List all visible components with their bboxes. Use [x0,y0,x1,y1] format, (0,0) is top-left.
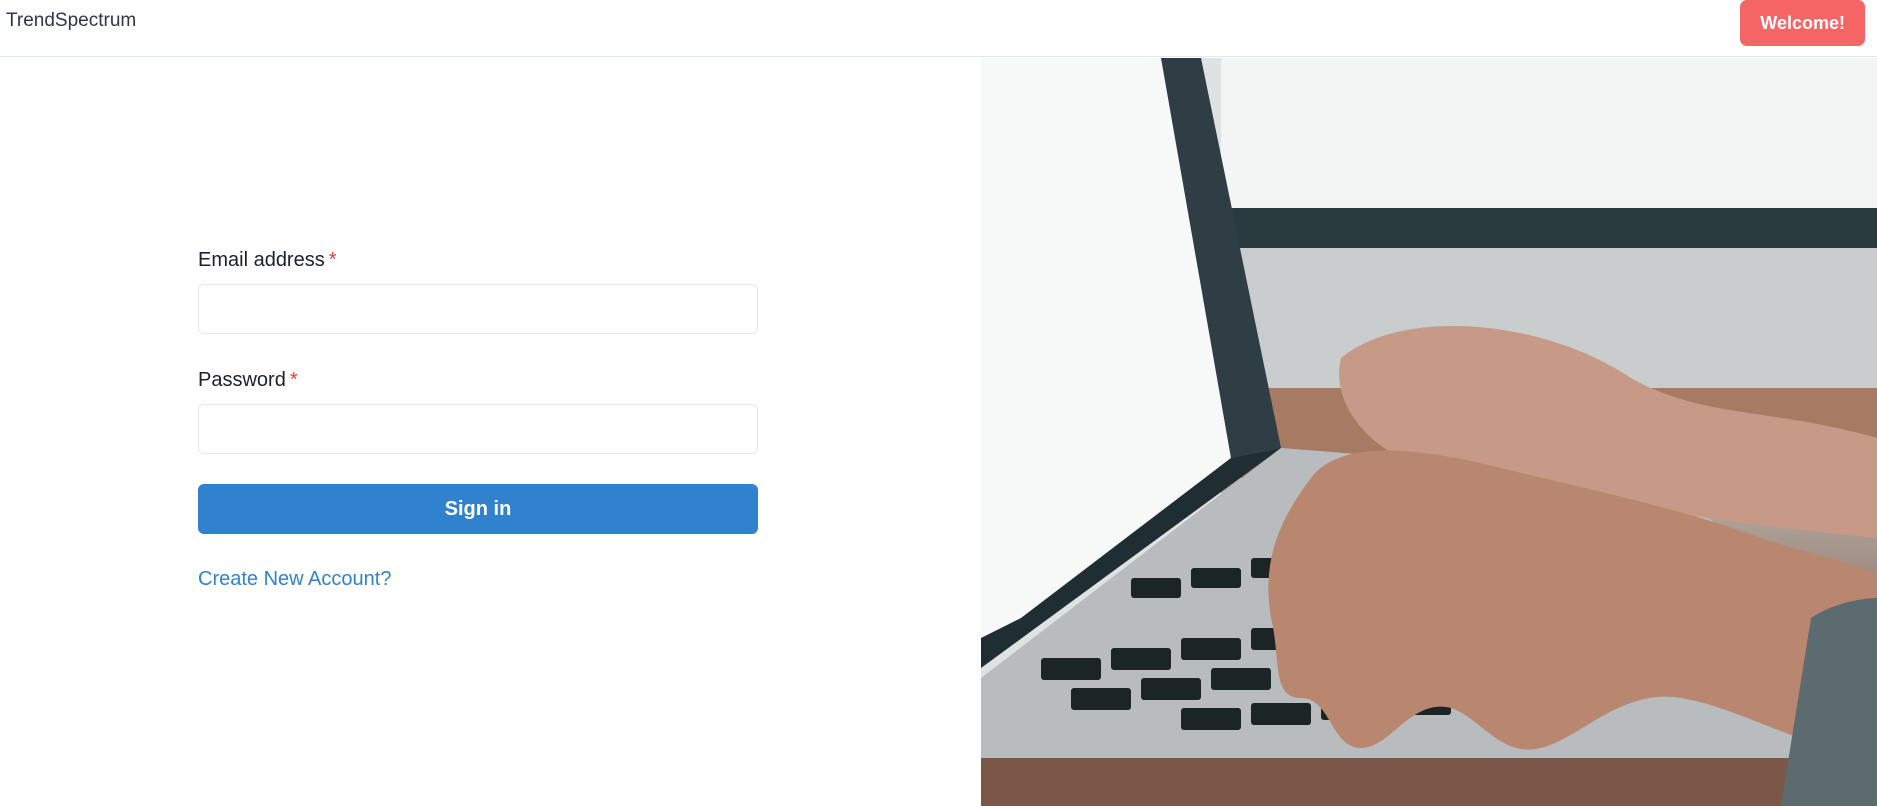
email-required-mark: * [328,249,337,271]
create-account-link[interactable]: Create New Account? [198,568,391,591]
welcome-button[interactable]: Welcome! [1740,0,1865,46]
hero-image [981,58,1877,806]
email-input[interactable] [198,284,758,334]
password-field-group: Password * [198,368,758,454]
brand-logo-text[interactable]: TrendSpectrum [6,10,136,32]
laptop-typing-illustration [981,58,1877,806]
password-required-mark: * [289,369,298,391]
email-label-text: Email address [198,249,325,271]
password-label: Password * [198,368,758,392]
login-form: Email address * Password * Sign in Create … [198,248,758,591]
login-pane: Email address * Password * Sign in Create … [0,58,981,806]
email-label: Email address * [198,248,758,272]
top-navbar: TrendSpectrum Welcome! [0,0,1877,57]
password-input[interactable] [198,404,758,454]
email-field-group: Email address * [198,248,758,334]
password-label-text: Password [198,369,286,391]
sign-in-button[interactable]: Sign in [198,484,758,534]
